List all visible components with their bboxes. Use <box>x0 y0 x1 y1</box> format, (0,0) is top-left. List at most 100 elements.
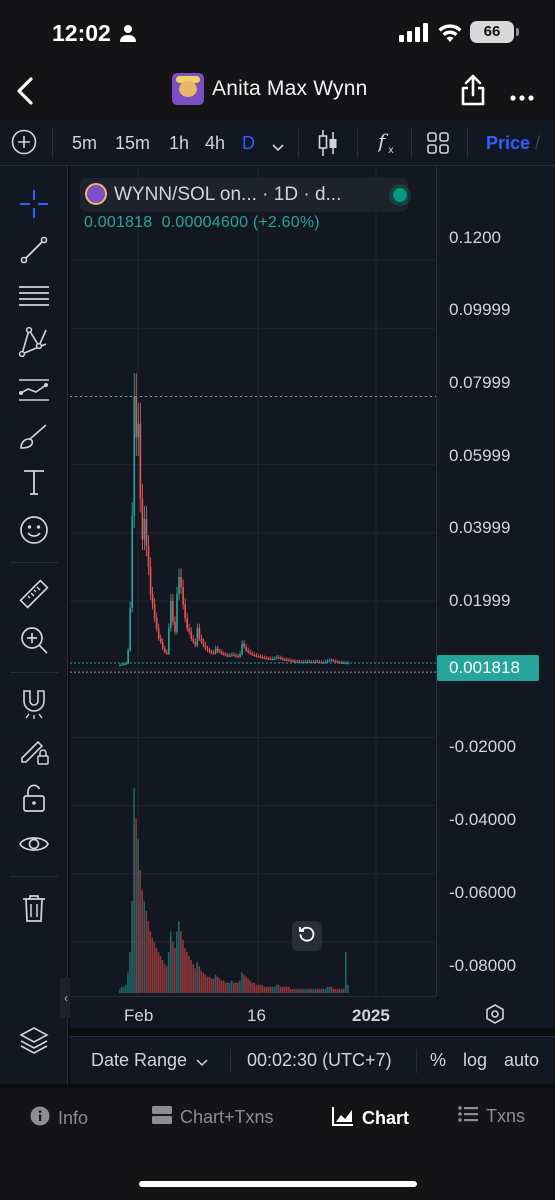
candle <box>155 618 158 629</box>
price-label: 0.09999 <box>449 300 511 319</box>
volume-bar <box>198 966 201 993</box>
interval-15m[interactable]: 15m <box>115 133 150 154</box>
candle <box>288 660 290 662</box>
date-range-label: Date Range <box>91 1050 188 1070</box>
tab-chart-label: Chart <box>362 1108 410 1128</box>
volume-bar <box>141 890 144 993</box>
volume-bar <box>208 976 211 993</box>
candlestick-icon[interactable] <box>317 129 339 162</box>
magnet-icon[interactable] <box>16 686 52 722</box>
toolbar-divider <box>467 128 468 158</box>
volume-bar <box>133 788 135 993</box>
toolbar-divider <box>357 128 358 158</box>
volume-bar <box>224 982 227 993</box>
add-symbol-icon[interactable] <box>11 129 37 160</box>
split-view-icon <box>152 1106 172 1129</box>
symbol-box[interactable]: WYNN/SOL on... · 1D · d... <box>80 178 408 212</box>
tab-chart-txns[interactable]: Chart+Txns <box>152 1106 274 1129</box>
indicators-icon[interactable]: fx <box>376 128 400 161</box>
text-tool-icon[interactable] <box>16 464 52 500</box>
volume-bar <box>334 988 337 993</box>
lock-drawing-icon[interactable] <box>16 732 52 768</box>
volume-bar <box>322 988 325 993</box>
volume-bar <box>161 960 164 993</box>
volume-bar <box>294 988 296 993</box>
eye-icon[interactable] <box>16 826 52 862</box>
candle <box>168 628 170 654</box>
pattern-icon[interactable] <box>16 324 52 360</box>
trend-line-icon[interactable] <box>16 232 52 268</box>
chevron-down-icon[interactable] <box>272 139 284 157</box>
time-label: 2025 <box>352 1006 390 1025</box>
candle <box>300 662 302 664</box>
volume-bar <box>196 962 198 993</box>
volume-bar <box>251 982 253 993</box>
crosshair-icon[interactable] <box>16 186 52 222</box>
chevron-down-icon <box>196 1051 208 1072</box>
forecast-icon[interactable] <box>16 372 52 408</box>
brush-icon[interactable] <box>16 418 52 454</box>
percent-scale-toggle[interactable]: % <box>430 1050 446 1071</box>
token-logo <box>172 73 204 105</box>
interval-1h[interactable]: 1h <box>169 133 189 154</box>
interval-5m[interactable]: 5m <box>72 133 97 154</box>
price-tab[interactable]: Price / <box>486 133 540 154</box>
candle <box>137 423 140 438</box>
candle <box>182 587 184 605</box>
interval-d[interactable]: D <box>242 133 255 154</box>
candle <box>249 652 252 654</box>
price-chart[interactable] <box>70 166 436 996</box>
candle <box>141 498 144 540</box>
bar-divider <box>416 1049 417 1073</box>
candle <box>218 651 221 653</box>
volume-bar <box>159 956 162 993</box>
scale-settings-icon[interactable] <box>484 1003 506 1030</box>
ruler-icon[interactable] <box>16 576 52 612</box>
volume-bar <box>273 986 276 993</box>
candle <box>223 653 225 656</box>
volume-bar <box>167 952 170 993</box>
symbol-name: WYNN/SOL on... · 1D · d... <box>114 184 342 205</box>
candle <box>330 660 333 662</box>
chevron-left-icon[interactable] <box>14 76 36 111</box>
unlock-icon[interactable] <box>16 780 52 816</box>
tab-txns[interactable]: Txns <box>458 1106 525 1127</box>
toolbar-divider <box>411 128 412 158</box>
reset-chart-button[interactable] <box>292 921 322 951</box>
volume-bar <box>281 986 284 993</box>
time-scale[interactable]: Feb 16 2025 <box>70 996 436 1028</box>
layers-icon[interactable] <box>16 1022 52 1058</box>
layout-grid-icon[interactable] <box>427 132 449 159</box>
volume-bar <box>304 988 306 993</box>
volume-bar <box>300 988 302 993</box>
interval-4h[interactable]: 4h <box>205 133 225 154</box>
zoom-in-icon[interactable] <box>16 622 52 658</box>
tab-chart[interactable]: Chart <box>332 1106 409 1131</box>
candle <box>233 654 235 657</box>
tab-chart-txns-label: Chart+Txns <box>180 1107 274 1127</box>
emoji-icon[interactable] <box>16 512 52 548</box>
volume-bar <box>261 984 264 993</box>
date-range-button[interactable]: Date Range <box>91 1050 208 1072</box>
share-icon[interactable] <box>460 74 486 111</box>
candle <box>139 423 142 499</box>
volume-bar <box>155 947 158 993</box>
legend-close: 0.001818 <box>84 214 153 231</box>
tab-info[interactable]: Info <box>30 1106 88 1131</box>
price-tab-separator: / <box>535 133 541 153</box>
volume-bar <box>269 986 272 993</box>
reset-icon <box>298 925 316 948</box>
log-scale-toggle[interactable]: log <box>463 1050 487 1071</box>
volume-bar <box>271 986 274 993</box>
price-scale[interactable]: 0.1200 0.09999 0.07999 0.05999 0.03999 0… <box>436 166 555 996</box>
legend-change: 0.00004600 <box>161 214 249 231</box>
candle <box>170 601 172 629</box>
auto-scale-toggle[interactable]: auto <box>504 1050 539 1071</box>
token-title: Anita Max Wynn <box>172 73 368 105</box>
more-horizontal-icon[interactable] <box>510 88 534 106</box>
candle <box>125 663 127 665</box>
fib-retracement-icon[interactable] <box>16 278 52 314</box>
timezone-clock[interactable]: 00:02:30 (UTC+7) <box>247 1050 392 1071</box>
trash-icon[interactable] <box>16 890 52 926</box>
price-tab-label: Price <box>486 133 531 153</box>
